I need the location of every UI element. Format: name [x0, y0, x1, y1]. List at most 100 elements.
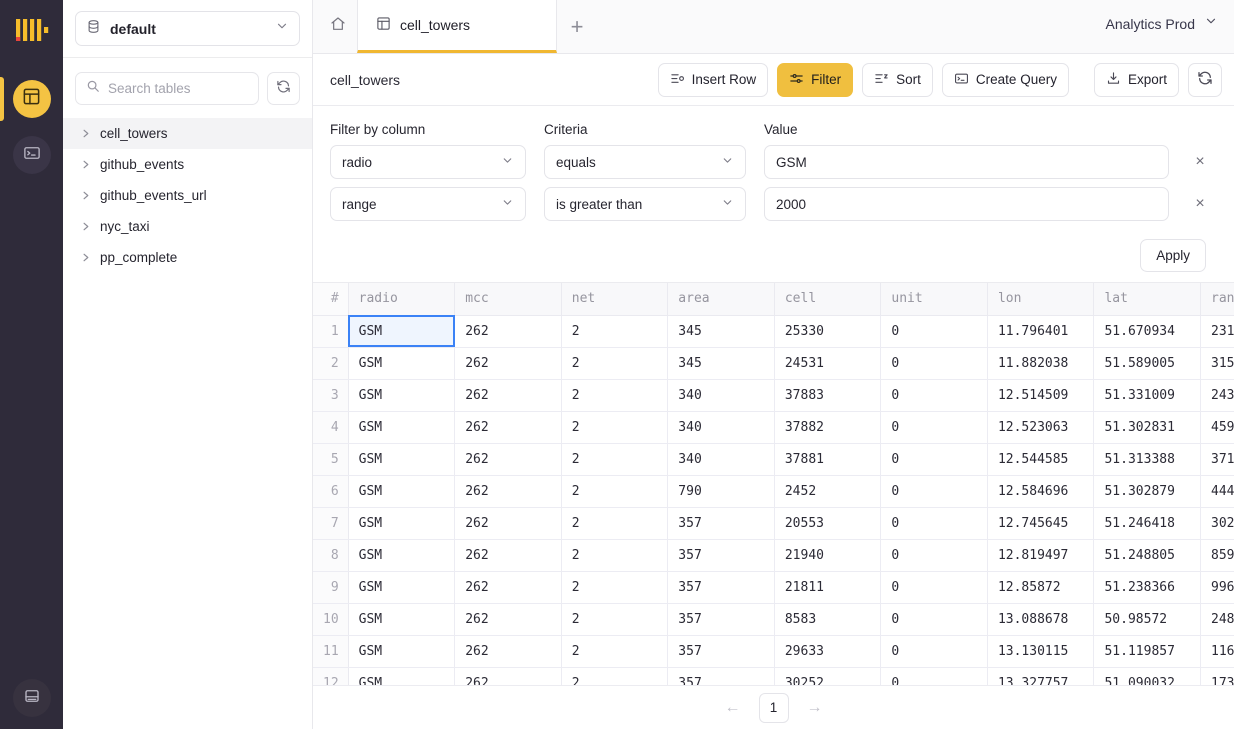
- cell-mcc[interactable]: 262: [455, 379, 562, 411]
- table-row[interactable]: 12GSM262235730252013.32775751.0900321731…: [313, 667, 1234, 685]
- cell-mcc[interactable]: 262: [455, 315, 562, 347]
- cell-unit[interactable]: 0: [881, 379, 988, 411]
- search-box[interactable]: [75, 72, 259, 105]
- cell-unit[interactable]: 0: [881, 475, 988, 507]
- cell-mcc[interactable]: 262: [455, 667, 562, 685]
- cell-mcc[interactable]: 262: [455, 347, 562, 379]
- cell-lon[interactable]: 12.819497: [987, 539, 1094, 571]
- cell-cell[interactable]: 37882: [774, 411, 881, 443]
- cell-lat[interactable]: 51.248805: [1094, 539, 1201, 571]
- cell-lat[interactable]: 51.331009: [1094, 379, 1201, 411]
- cell-area[interactable]: 357: [668, 507, 775, 539]
- cell-lat[interactable]: 51.246418: [1094, 507, 1201, 539]
- rail-item-tables[interactable]: [0, 71, 63, 127]
- home-button[interactable]: [319, 0, 357, 53]
- apply-filters-button[interactable]: Apply: [1140, 239, 1206, 272]
- cell-range[interactable]: 4592: [1201, 411, 1234, 443]
- cell-mcc[interactable]: 262: [455, 507, 562, 539]
- cell-area[interactable]: 357: [668, 571, 775, 603]
- remove-filter-button-1[interactable]: ×: [1187, 149, 1213, 175]
- table-row[interactable]: 11GSM262235729633013.13011551.1198571164…: [313, 635, 1234, 667]
- cell-range[interactable]: 2439: [1201, 379, 1234, 411]
- prev-page-button[interactable]: ←: [723, 699, 743, 717]
- table-row[interactable]: 7GSM262235720553012.74564551.2464183022: [313, 507, 1234, 539]
- cell-unit[interactable]: 0: [881, 635, 988, 667]
- cell-range[interactable]: 11646: [1201, 635, 1234, 667]
- cell-lon[interactable]: 11.882038: [987, 347, 1094, 379]
- column-header-radio[interactable]: radio: [348, 283, 455, 315]
- sidebar-item-cell_towers[interactable]: cell_towers: [63, 118, 312, 149]
- column-header-lon[interactable]: lon: [987, 283, 1094, 315]
- cell-net[interactable]: 2: [561, 571, 668, 603]
- cell-range[interactable]: 8590: [1201, 539, 1234, 571]
- rail-item-terminal[interactable]: [0, 127, 63, 183]
- cell-radio[interactable]: GSM: [348, 347, 455, 379]
- cell-unit[interactable]: 0: [881, 347, 988, 379]
- cell-area[interactable]: 340: [668, 379, 775, 411]
- column-header-cell[interactable]: cell: [774, 283, 881, 315]
- database-selector[interactable]: default: [75, 11, 300, 46]
- cell-net[interactable]: 2: [561, 507, 668, 539]
- cell-lon[interactable]: 12.584696: [987, 475, 1094, 507]
- table-row[interactable]: 5GSM262234037881012.54458551.3133883715: [313, 443, 1234, 475]
- cell-net[interactable]: 2: [561, 635, 668, 667]
- cell-range[interactable]: 2316: [1201, 315, 1234, 347]
- table-row[interactable]: 3GSM262234037883012.51450951.3310092439: [313, 379, 1234, 411]
- cell-range[interactable]: 3715: [1201, 443, 1234, 475]
- cell-cell[interactable]: 20553: [774, 507, 881, 539]
- cell-area[interactable]: 790: [668, 475, 775, 507]
- cell-cell[interactable]: 21811: [774, 571, 881, 603]
- cell-radio[interactable]: GSM: [348, 443, 455, 475]
- filter-column-select-1[interactable]: radio: [330, 145, 526, 179]
- cell-lat[interactable]: 51.090032: [1094, 667, 1201, 685]
- cell-range[interactable]: 24815: [1201, 603, 1234, 635]
- sidebar-item-pp_complete[interactable]: pp_complete: [63, 242, 312, 273]
- cell-lon[interactable]: 12.514509: [987, 379, 1094, 411]
- cell-lon[interactable]: 11.796401: [987, 315, 1094, 347]
- cell-lon[interactable]: 12.544585: [987, 443, 1094, 475]
- cell-radio[interactable]: GSM: [348, 507, 455, 539]
- column-header-lat[interactable]: lat: [1094, 283, 1201, 315]
- cell-cell[interactable]: 21940: [774, 539, 881, 571]
- cell-unit[interactable]: 0: [881, 315, 988, 347]
- cell-mcc[interactable]: 262: [455, 635, 562, 667]
- filter-criteria-select-1[interactable]: equals: [544, 145, 746, 179]
- cell-range[interactable]: 3022: [1201, 507, 1234, 539]
- page-number[interactable]: 1: [759, 693, 789, 723]
- cell-net[interactable]: 2: [561, 379, 668, 411]
- cell-net[interactable]: 2: [561, 347, 668, 379]
- sidebar-item-nyc_taxi[interactable]: nyc_taxi: [63, 211, 312, 242]
- sidebar-item-github_events_url[interactable]: github_events_url: [63, 180, 312, 211]
- cell-unit[interactable]: 0: [881, 539, 988, 571]
- cell-cell[interactable]: 25330: [774, 315, 881, 347]
- cell-cell[interactable]: 30252: [774, 667, 881, 685]
- cell-range[interactable]: 3159: [1201, 347, 1234, 379]
- tab-cell_towers[interactable]: cell_towers: [357, 0, 557, 53]
- cell-mcc[interactable]: 262: [455, 411, 562, 443]
- new-tab-button[interactable]: +: [557, 0, 597, 53]
- cell-unit[interactable]: 0: [881, 571, 988, 603]
- cell-range[interactable]: 4449: [1201, 475, 1234, 507]
- cell-range[interactable]: 9964: [1201, 571, 1234, 603]
- cell-cell[interactable]: 29633: [774, 635, 881, 667]
- column-header-area[interactable]: area: [668, 283, 775, 315]
- cell-radio[interactable]: GSM: [348, 667, 455, 685]
- sort-button[interactable]: Sort: [862, 63, 933, 97]
- table-row[interactable]: 1GSM262234525330011.79640151.6709342316: [313, 315, 1234, 347]
- data-grid-wrap[interactable]: #radiomccnetareacellunitlonlatrange 1GSM…: [313, 283, 1234, 685]
- column-header-net[interactable]: net: [561, 283, 668, 315]
- refresh-table-button[interactable]: [1188, 63, 1222, 97]
- next-page-button[interactable]: →: [805, 699, 825, 717]
- cell-unit[interactable]: 0: [881, 507, 988, 539]
- cell-range[interactable]: 17316: [1201, 667, 1234, 685]
- cell-mcc[interactable]: 262: [455, 539, 562, 571]
- table-row[interactable]: 4GSM262234037882012.52306351.3028314592: [313, 411, 1234, 443]
- table-row[interactable]: 6GSM26227902452012.58469651.3028794449: [313, 475, 1234, 507]
- cell-lat[interactable]: 51.238366: [1094, 571, 1201, 603]
- filter-button[interactable]: Filter: [777, 63, 853, 97]
- filter-criteria-select-2[interactable]: is greater than: [544, 187, 746, 221]
- table-row[interactable]: 10GSM26223578583013.08867850.9857224815: [313, 603, 1234, 635]
- cell-lon[interactable]: 13.088678: [987, 603, 1094, 635]
- cell-lon[interactable]: 12.523063: [987, 411, 1094, 443]
- cell-cell[interactable]: 37883: [774, 379, 881, 411]
